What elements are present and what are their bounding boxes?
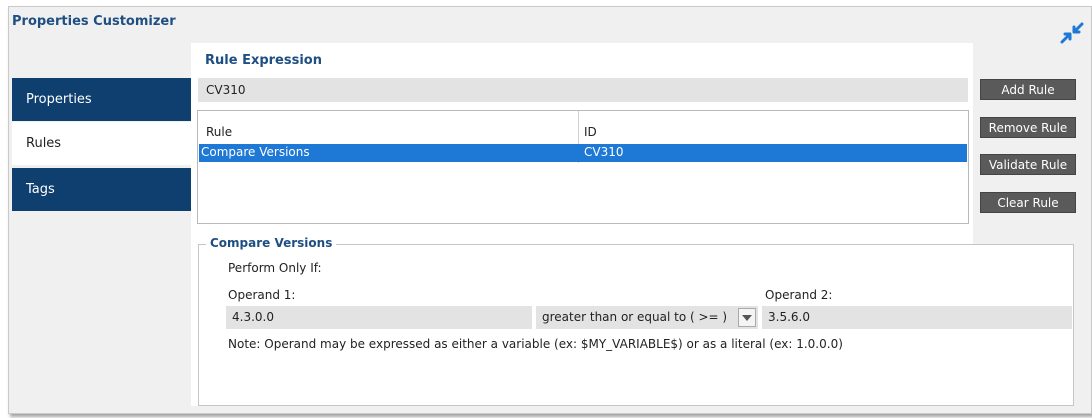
clear-rule-button[interactable]: Clear Rule [980,192,1076,213]
header-rule[interactable]: Rule [206,125,232,139]
tab-rules-label: Rules [26,136,62,151]
operand-note: Note: Operand may be expressed as either… [228,337,843,351]
tab-rules[interactable]: Rules [12,122,197,165]
remove-rule-button[interactable]: Remove Rule [980,117,1076,138]
collapse-arrows-icon[interactable] [1060,22,1084,44]
tab-tags-label: Tags [26,182,55,197]
rule-expression-title: Rule Expression [205,53,322,68]
tab-tags[interactable]: Tags [12,168,197,211]
rule-expression-field[interactable]: CV310 [198,78,968,102]
validate-rule-button[interactable]: Validate Rule [980,154,1076,175]
perform-only-if-label: Perform Only If: [228,261,322,275]
add-rule-button[interactable]: Add Rule [980,79,1076,100]
table-row[interactable]: Compare Versions CV310 [199,144,967,162]
operand2-input[interactable]: 3.5.6.0 [762,306,1072,329]
operand2-label: Operand 2: [765,288,833,302]
operator-select[interactable]: greater than or equal to ( >= ) [536,306,758,329]
operand1-input[interactable]: 4.3.0.0 [226,306,532,329]
window-title: Properties Customizer [12,14,176,29]
tab-properties-label: Properties [26,92,92,107]
operand1-label: Operand 1: [228,288,296,302]
tab-properties[interactable]: Properties [12,78,197,121]
row-rule-cell: Compare Versions [201,145,310,159]
row-id-cell: CV310 [584,145,624,159]
chevron-down-icon[interactable] [738,308,756,327]
header-id[interactable]: ID [584,125,597,139]
compare-versions-legend: Compare Versions [206,236,337,250]
operator-selected-value: greater than or equal to ( >= ) [542,310,728,324]
rules-table: Rule ID Compare Versions CV310 [197,110,969,224]
